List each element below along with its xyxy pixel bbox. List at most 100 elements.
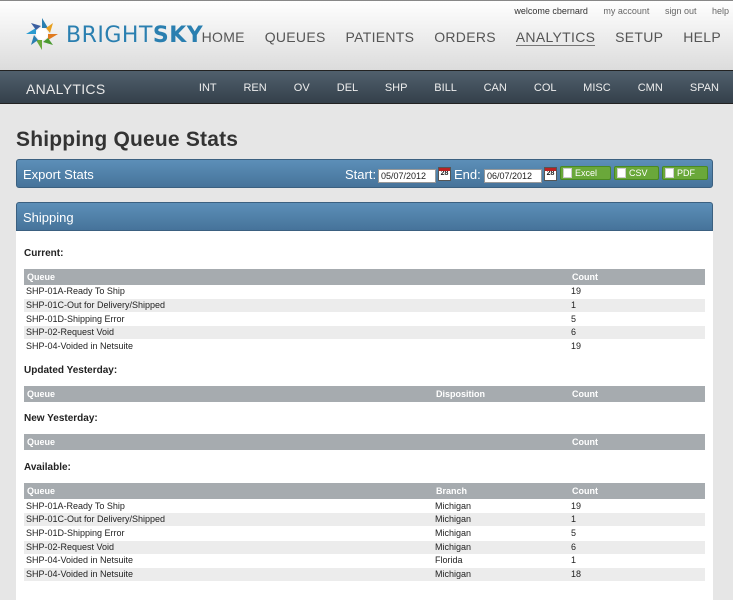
- table-row: SHP-01D-Shipping Error 5: [24, 313, 705, 326]
- table-row: SHP-01A-Ready To Ship 19: [24, 285, 705, 298]
- nav-setup[interactable]: SETUP: [615, 29, 663, 45]
- col-count[interactable]: Count: [572, 389, 598, 399]
- start-date-input[interactable]: [378, 169, 436, 183]
- queue-cell: SHP-01D-Shipping Error: [26, 314, 125, 324]
- col-queue[interactable]: Queue: [27, 389, 55, 399]
- col-disposition[interactable]: Disposition: [436, 389, 485, 399]
- col-queue[interactable]: Queue: [27, 486, 55, 496]
- queue-cell: SHP-04-Voided in Netsuite: [26, 341, 134, 351]
- start-calendar-icon[interactable]: 28: [438, 167, 451, 181]
- count-cell: 5: [571, 528, 577, 538]
- current-heading: Current:: [24, 248, 64, 259]
- export-pdf-button[interactable]: PDF: [662, 166, 708, 180]
- nav-orders[interactable]: ORDERS: [434, 29, 496, 45]
- shipping-panel-header: Shipping: [16, 202, 713, 231]
- table-row: SHP-04-Voided in Netsuite Florida 1: [24, 554, 705, 567]
- queue-cell: SHP-01C-Out for Delivery/Shipped: [26, 300, 166, 310]
- brand-light: BRIGHT: [66, 23, 153, 48]
- table-row: SHP-01D-Shipping Error Michigan 5: [24, 527, 705, 540]
- page-title: Shipping Queue Stats: [16, 128, 239, 151]
- csv-icon: [617, 168, 626, 178]
- count-cell: 19: [571, 286, 582, 296]
- count-cell: 19: [571, 341, 582, 351]
- col-queue[interactable]: Queue: [27, 272, 55, 282]
- subnav-item-del[interactable]: DEL: [337, 82, 358, 94]
- count-cell: 5: [571, 314, 577, 324]
- sign-out-link[interactable]: sign out: [665, 6, 697, 16]
- brightsky-logo-icon[interactable]: [24, 16, 60, 52]
- updated-table-header: Queue Disposition Count: [24, 386, 705, 402]
- queue-cell: SHP-01D-Shipping Error: [26, 528, 125, 538]
- help-link[interactable]: help: [712, 6, 729, 16]
- user-links: welcome cbernard my account sign out hel…: [501, 6, 729, 16]
- count-cell: 6: [571, 327, 577, 337]
- queue-cell: SHP-02-Request Void: [26, 327, 115, 337]
- subnav-item-ov[interactable]: OV: [294, 82, 310, 94]
- branch-cell: Michigan: [435, 542, 472, 552]
- export-label: Export Stats: [23, 167, 94, 182]
- table-row: SHP-01A-Ready To Ship Michigan 19: [24, 500, 705, 513]
- subnav-item-cmn[interactable]: CMN: [638, 82, 663, 94]
- queue-cell: SHP-04-Voided in Netsuite: [26, 569, 134, 579]
- subnav-item-misc[interactable]: MISC: [583, 82, 611, 94]
- queue-cell: SHP-01A-Ready To Ship: [26, 501, 125, 511]
- subnav-item-shp[interactable]: SHP: [385, 82, 407, 94]
- excel-icon: [563, 168, 572, 178]
- end-date-input[interactable]: [484, 169, 542, 183]
- count-cell: 19: [571, 501, 582, 511]
- branch-cell: Michigan: [435, 569, 472, 579]
- table-row: SHP-02-Request Void 6: [24, 326, 705, 339]
- top-header: BRIGHTSKY welcome cbernard my account si…: [0, 0, 733, 70]
- count-cell: 6: [571, 542, 577, 552]
- branch-cell: Michigan: [435, 514, 472, 524]
- brand-name[interactable]: BRIGHTSKY: [66, 23, 203, 48]
- col-branch[interactable]: Branch: [436, 486, 467, 496]
- subnav-items: INT REN OV DEL SHP BILL CAN COL MISC CMN…: [175, 82, 719, 94]
- available-heading: Available:: [24, 462, 71, 473]
- pdf-icon: [665, 168, 674, 178]
- subnav-item-ren[interactable]: REN: [243, 82, 266, 94]
- table-row: SHP-04-Voided in Netsuite 19: [24, 340, 705, 353]
- updated-heading: Updated Yesterday:: [24, 365, 118, 376]
- branch-cell: Michigan: [435, 528, 472, 538]
- queue-cell: SHP-04-Voided in Netsuite: [26, 555, 134, 565]
- subnav-item-col[interactable]: COL: [534, 82, 556, 94]
- end-calendar-icon[interactable]: 28: [544, 167, 557, 181]
- end-label: End:: [454, 167, 481, 182]
- subnav-title: ANALYTICS: [26, 81, 106, 97]
- main-nav: HOME QUEUES PATIENTS ORDERS ANALYTICS SE…: [186, 29, 721, 46]
- current-table-header: Queue Count: [24, 269, 705, 285]
- start-label: Start:: [345, 167, 377, 182]
- count-cell: 18: [571, 569, 582, 579]
- table-row: SHP-02-Request Void Michigan 6: [24, 541, 705, 554]
- subnav-item-bill[interactable]: BILL: [434, 82, 456, 94]
- nav-home[interactable]: HOME: [202, 29, 245, 45]
- branch-cell: Florida: [435, 555, 463, 565]
- table-row: SHP-04-Voided in Netsuite Michigan 18: [24, 568, 705, 581]
- pdf-label: PDF: [677, 168, 695, 178]
- count-cell: 1: [571, 555, 577, 565]
- count-cell: 1: [571, 514, 577, 524]
- available-table-header: Queue Branch Count: [24, 483, 705, 499]
- export-excel-button[interactable]: Excel: [560, 166, 611, 180]
- export-csv-button[interactable]: CSV: [614, 166, 659, 180]
- export-bar: Export Stats Start: 28 End: 28 Excel CSV…: [16, 159, 713, 188]
- my-account-link[interactable]: my account: [603, 6, 649, 16]
- new-table-header: Queue Count: [24, 434, 705, 450]
- nav-help[interactable]: HELP: [683, 29, 721, 45]
- welcome-text: welcome cbernard: [514, 6, 588, 16]
- nav-queues[interactable]: QUEUES: [265, 29, 326, 45]
- col-count[interactable]: Count: [572, 272, 598, 282]
- subnav-item-int[interactable]: INT: [199, 82, 217, 94]
- col-count[interactable]: Count: [572, 486, 598, 496]
- panel-title: Shipping: [23, 210, 74, 225]
- col-count[interactable]: Count: [572, 437, 598, 447]
- col-queue[interactable]: Queue: [27, 437, 55, 447]
- nav-patients[interactable]: PATIENTS: [346, 29, 415, 45]
- subnav-item-span[interactable]: SPAN: [690, 82, 719, 94]
- count-cell: 1: [571, 300, 577, 310]
- subnav-item-can[interactable]: CAN: [484, 82, 507, 94]
- branch-cell: Michigan: [435, 501, 472, 511]
- nav-analytics[interactable]: ANALYTICS: [515, 29, 596, 46]
- table-row: SHP-01C-Out for Delivery/Shipped 1: [24, 299, 705, 312]
